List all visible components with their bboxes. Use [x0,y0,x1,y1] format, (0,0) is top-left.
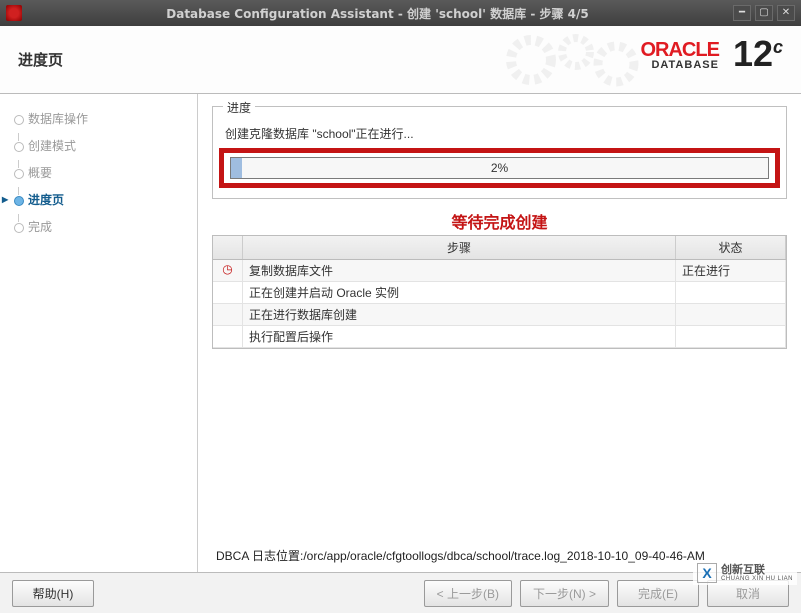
steps-table: 步骤 状态 ◷ 复制数据库文件 正在进行 正在创建并启动 Oracle 实例 正… [212,235,787,349]
row-step: 正在进行数据库创建 [243,304,676,325]
row-step: 复制数据库文件 [243,260,676,281]
sidebar-item-label: 完成 [28,218,52,235]
oracle-logo: ORACLE DATABASE 12c [640,40,783,71]
sidebar-item-summary: 概要 [0,160,197,187]
page-title: 进度页 [18,49,63,70]
row-state [676,304,786,325]
chevron-right-icon: ▶ [2,195,8,204]
sidebar-item-label: 创建模式 [28,137,76,154]
table-header-icon [213,236,243,259]
watermark-text: 创新互联 [721,564,793,576]
table-row: 正在进行数据库创建 [213,304,786,326]
maximize-button[interactable]: ▢ [755,5,773,21]
sidebar-item-label: 进度页 [28,191,64,208]
progress-label: 2% [491,161,508,175]
groupbox-legend: 进度 [223,99,255,116]
sidebar-item-progress: ▶ 进度页 [0,187,197,214]
progress-highlight-box: 2% [219,148,780,188]
table-row: ◷ 复制数据库文件 正在进行 [213,260,786,282]
clock-icon: ◷ [213,260,243,281]
watermark-icon: X [697,563,717,583]
brand-sub: DATABASE [640,60,718,71]
window-title: Database Configuration Assistant - 创建 's… [26,5,729,22]
row-state [676,326,786,347]
minimize-button[interactable]: ━ [733,5,751,21]
progress-bar: 2% [230,157,769,179]
footer-bar: 帮助(H) < 上一步(B) 下一步(N) > 完成(E) 取消 [0,572,801,613]
main-panel: 进度 创建克隆数据库 "school"正在进行... 2% 等待完成创建 步骤 … [198,94,801,572]
row-icon [213,304,243,325]
table-header-state: 状态 [676,236,786,259]
sidebar-item-label: 数据库操作 [28,110,88,127]
row-state [676,282,786,303]
watermark: X 创新互联 CHUANG XIN HU LIAN [693,561,797,585]
table-header-step: 步骤 [243,236,676,259]
window-titlebar: Database Configuration Assistant - 创建 's… [0,0,801,26]
back-button[interactable]: < 上一步(B) [424,580,512,607]
wizard-sidebar: 数据库操作 创建模式 概要 ▶ 进度页 完成 [0,94,198,572]
row-icon [213,282,243,303]
table-row: 执行配置后操作 [213,326,786,348]
help-button[interactable]: 帮助(H) [12,580,94,607]
content-area: 数据库操作 创建模式 概要 ▶ 进度页 完成 进度 创建克隆数据库 "schoo… [0,94,801,572]
row-step: 执行配置后操作 [243,326,676,347]
finish-button[interactable]: 完成(E) [617,580,699,607]
progress-groupbox: 进度 创建克隆数据库 "school"正在进行... 2% [212,106,787,199]
sidebar-item-db-operation: 数据库操作 [0,106,197,133]
row-icon [213,326,243,347]
header: 进度页 ORACLE DATABASE 12c [0,26,801,94]
progress-fill [231,158,242,178]
status-line: 创建克隆数据库 "school"正在进行... [223,125,776,142]
close-button[interactable]: ✕ [777,5,795,21]
sidebar-item-create-mode: 创建模式 [0,133,197,160]
row-step: 正在创建并启动 Oracle 实例 [243,282,676,303]
sidebar-item-complete: 完成 [0,214,197,241]
table-header: 步骤 状态 [213,236,786,260]
sidebar-item-label: 概要 [28,164,52,181]
app-icon [6,5,22,21]
brand-name: ORACLE [640,40,718,60]
watermark-sub: CHUANG XIN HU LIAN [721,576,793,583]
next-button[interactable]: 下一步(N) > [520,580,609,607]
annotation-text: 等待完成创建 [212,209,787,233]
version-label: 12c [733,40,783,69]
table-row: 正在创建并启动 Oracle 实例 [213,282,786,304]
row-state: 正在进行 [676,260,786,281]
